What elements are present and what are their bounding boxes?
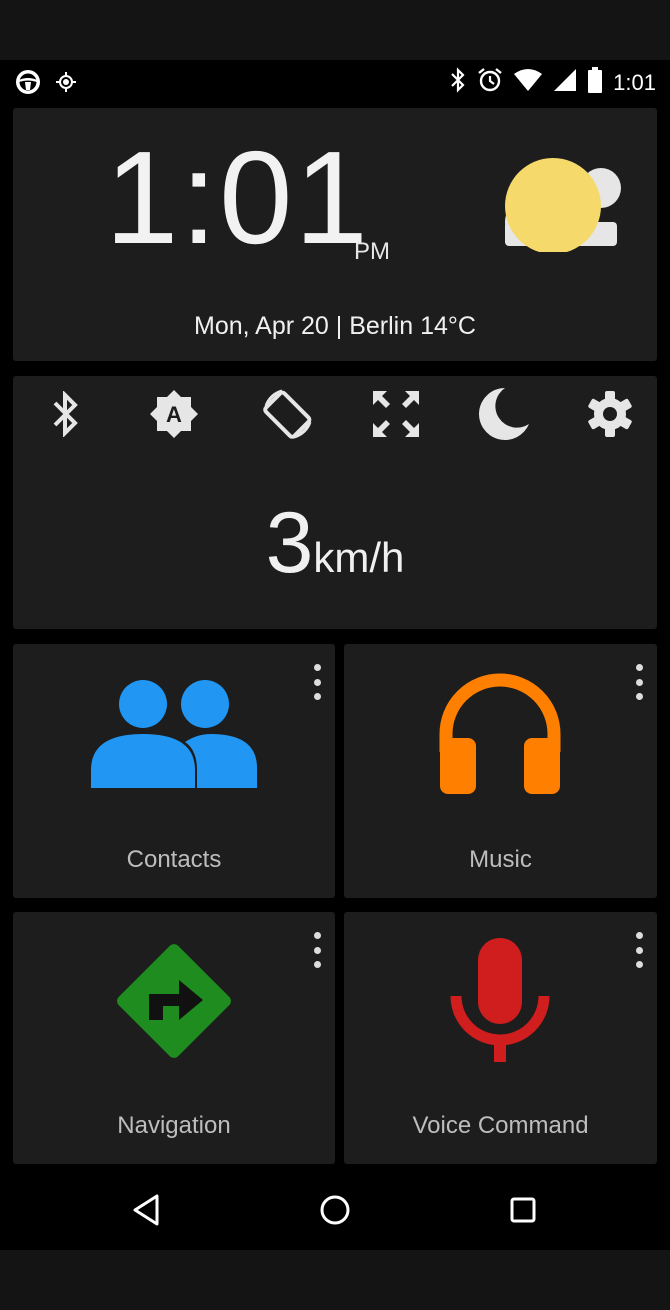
fullscreen-icon [371, 389, 421, 444]
auto-brightness-icon: A [148, 388, 200, 445]
speed-unit: km/h [313, 534, 405, 581]
battery-icon [587, 67, 603, 98]
recents-icon [509, 1196, 537, 1229]
partly-cloudy-icon [471, 152, 627, 257]
navigation-bar [0, 1174, 670, 1250]
speedometer: 3km/h [13, 494, 657, 593]
bottom-bezel [0, 1250, 670, 1310]
screen-rotation-icon [260, 386, 316, 447]
bluetooth-icon [50, 389, 80, 442]
fullscreen-button[interactable] [366, 386, 426, 446]
tile-label-music: Music [469, 846, 532, 873]
bluetooth-icon [449, 67, 467, 98]
quick-controls-card: A 3km/h [13, 376, 657, 629]
status-bar: 1:01 [0, 60, 670, 104]
music-tile[interactable]: Music [344, 644, 657, 898]
contacts-tile[interactable]: Contacts [13, 644, 335, 898]
bluetooth-toggle-button[interactable] [35, 386, 95, 446]
navigation-overflow-menu-button[interactable] [307, 932, 327, 968]
auto-brightness-button[interactable]: A [144, 386, 204, 446]
gps-icon [54, 70, 78, 99]
tile-label-navigation: Navigation [117, 1112, 231, 1139]
car-home-screen: 1:01 PM Mon, Apr 20 | Berlin 14°C A 3km/… [0, 104, 670, 1174]
music-overflow-menu-button[interactable] [629, 664, 649, 700]
date-weather-text: Mon, Apr 20 | Berlin 14°C [194, 312, 476, 340]
status-time: 1:01 [613, 69, 656, 95]
clock-ampm: PM [354, 238, 390, 265]
headphones-icon [438, 672, 562, 801]
steering-wheel-icon [14, 68, 42, 101]
contacts-overflow-menu-button[interactable] [307, 664, 327, 700]
night-mode-icon [475, 386, 531, 447]
night-mode-button[interactable] [473, 386, 533, 446]
speed-value: 3 [265, 495, 314, 591]
signal-icon [553, 68, 577, 97]
clock-time: 1:01 [105, 124, 370, 271]
tile-label-voice-command: Voice Command [412, 1112, 589, 1139]
clock-weather-card[interactable]: 1:01 PM Mon, Apr 20 | Berlin 14°C [13, 108, 657, 361]
settings-button[interactable] [580, 386, 640, 446]
tile-label-contacts: Contacts [126, 846, 222, 873]
microphone-icon [450, 934, 550, 1069]
settings-gear-icon [586, 390, 634, 443]
alarm-icon [477, 67, 503, 98]
top-bezel [0, 0, 670, 60]
voice-command-overflow-menu-button[interactable] [629, 932, 649, 968]
wifi-icon [513, 68, 543, 97]
screen-rotation-button[interactable] [258, 386, 318, 446]
voice-command-tile[interactable]: Voice Command [344, 912, 657, 1164]
home-button[interactable] [315, 1192, 355, 1232]
navigation-sign-icon [109, 936, 239, 1071]
home-icon [319, 1194, 351, 1231]
back-button[interactable] [126, 1192, 166, 1232]
navigation-tile[interactable]: Navigation [13, 912, 335, 1164]
contacts-icon [89, 678, 259, 793]
recents-button[interactable] [503, 1192, 543, 1232]
svg-text:A: A [166, 402, 182, 427]
back-icon [131, 1193, 161, 1232]
